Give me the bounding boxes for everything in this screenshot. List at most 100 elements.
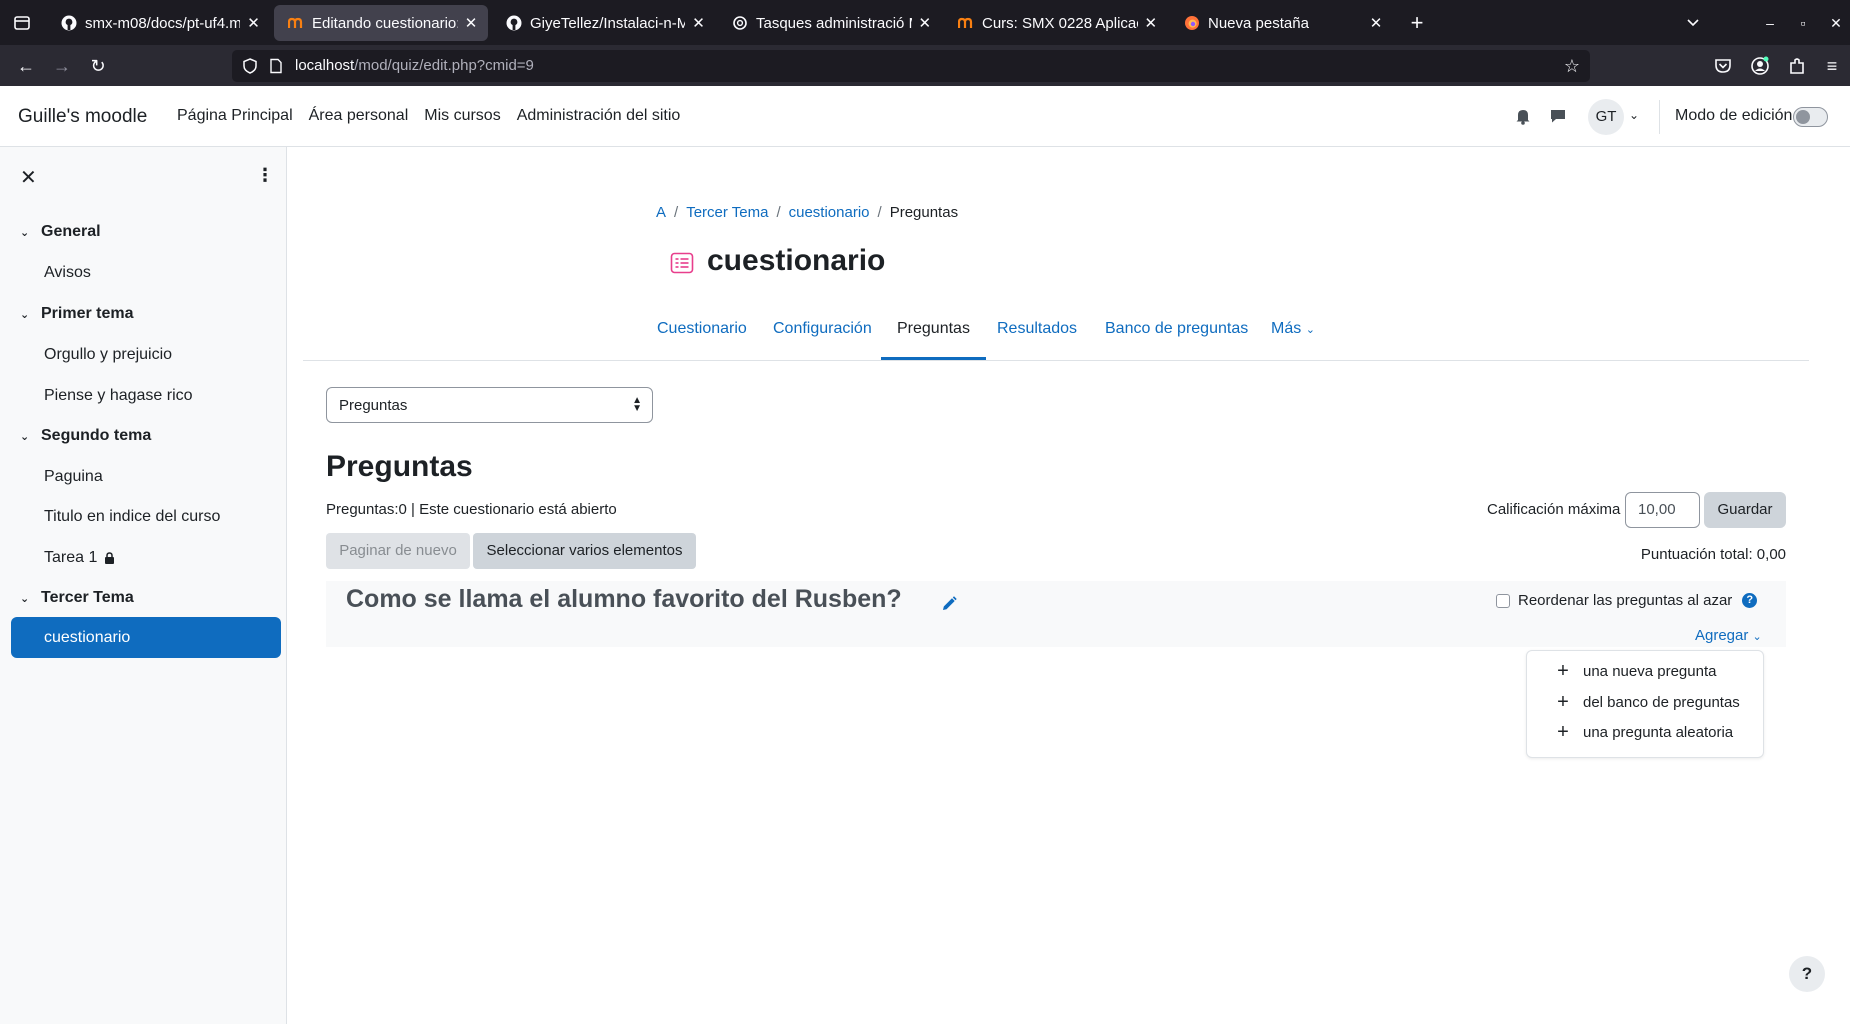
reload-icon[interactable]: ↻ xyxy=(86,54,110,78)
select-multiple-button[interactable]: Seleccionar varios elementos xyxy=(473,533,696,569)
tab-mas[interactable]: Más ⌄ xyxy=(1255,320,1331,360)
activity-link-current[interactable]: cuestionario xyxy=(11,617,281,658)
browser-tab[interactable]: Nueva pestaña ✕ xyxy=(1170,5,1394,41)
bookmark-star-icon[interactable]: ☆ xyxy=(1564,56,1580,77)
shuffle-checkbox[interactable] xyxy=(1496,593,1510,608)
account-icon[interactable] xyxy=(1749,55,1771,77)
activity-link-restricted[interactable]: Tarea 1 xyxy=(44,549,115,567)
tab-title: Editando cuestionario: cu xyxy=(312,14,459,32)
chevron-down-icon: ⌄ xyxy=(1752,631,1762,643)
max-grade-label: Calificación máxima xyxy=(1487,501,1621,518)
secondary-navigation: Cuestionario Configuración Preguntas Res… xyxy=(303,310,1809,361)
pencil-icon[interactable] xyxy=(940,595,958,613)
tab-title: GiyeTellez/Instalaci-n-Mo xyxy=(530,14,686,32)
nav-home[interactable]: Página Principal xyxy=(177,107,293,125)
shuffle-label[interactable]: Reordenar las preguntas al azar xyxy=(1518,592,1732,609)
plus-icon: + xyxy=(1557,691,1569,713)
repaginate-button[interactable]: Paginar de nuevo xyxy=(326,533,470,569)
pocket-icon[interactable] xyxy=(1712,55,1734,77)
tab-resultados[interactable]: Resultados xyxy=(981,320,1093,360)
browser-tab[interactable]: Tasques administració Mc ✕ xyxy=(718,5,942,41)
add-menu-toggle[interactable]: Agregar ⌄ xyxy=(1695,627,1762,644)
tab-list-icon[interactable] xyxy=(12,13,32,33)
activity-link[interactable]: Paguina xyxy=(44,468,103,486)
section-heading: Como se llama el alumno favorito del Rus… xyxy=(346,585,902,613)
shield-icon[interactable] xyxy=(242,58,258,74)
moodle-icon xyxy=(958,15,974,31)
quiz-icon xyxy=(670,252,694,274)
restore-icon[interactable]: ▫ xyxy=(1792,12,1814,34)
help-button[interactable]: ? xyxy=(1789,956,1825,992)
max-grade-input[interactable]: 10,00 xyxy=(1625,492,1700,528)
browser-tab[interactable]: GiyeTellez/Instalaci-n-Mo ✕ xyxy=(492,5,716,41)
add-new-question[interactable]: + una nueva pregunta xyxy=(1553,661,1716,681)
help-icon[interactable]: ? xyxy=(1742,593,1758,608)
tab-banco-de-preguntas[interactable]: Banco de preguntas xyxy=(1089,320,1264,360)
close-tab-icon[interactable]: ✕ xyxy=(1144,14,1158,32)
questions-heading: Preguntas xyxy=(326,450,473,483)
browser-tab[interactable]: Curs: SMX 0228 Aplicacio ✕ xyxy=(944,5,1168,41)
chevron-down-icon[interactable]: ⌄ xyxy=(1629,108,1639,122)
page-select[interactable]: Preguntas ▲ ▼ xyxy=(326,387,653,423)
add-random-question[interactable]: + una pregunta aleatoria xyxy=(1553,721,1733,743)
tab-preguntas[interactable]: Preguntas xyxy=(881,320,986,360)
edit-mode-label: Modo de edición xyxy=(1675,107,1793,124)
tab-configuracion[interactable]: Configuración xyxy=(757,320,888,360)
breadcrumb-current: Preguntas xyxy=(889,204,959,221)
chevron-down-icon[interactable]: ⌄ xyxy=(20,308,31,321)
close-window-icon[interactable]: ✕ xyxy=(1825,12,1847,34)
bell-icon[interactable] xyxy=(1513,106,1533,126)
breadcrumb-item[interactable]: Tercer Tema xyxy=(686,204,768,221)
activity-link[interactable]: Orgullo y prejuicio xyxy=(44,346,172,364)
breadcrumb-item[interactable]: A xyxy=(656,204,666,221)
add-from-question-bank[interactable]: + del banco de preguntas xyxy=(1553,691,1740,713)
back-icon[interactable]: ← xyxy=(14,54,38,78)
tab-title: Tasques administració Mc xyxy=(756,14,912,32)
avatar[interactable]: GT xyxy=(1588,99,1624,135)
kebab-menu-icon[interactable]: ⋮ xyxy=(256,165,274,186)
page-icon[interactable] xyxy=(268,58,284,74)
list-all-tabs-icon[interactable] xyxy=(1686,16,1700,30)
chevron-down-icon[interactable]: ⌄ xyxy=(20,430,31,443)
section-primer-tema[interactable]: ⌄ Primer tema xyxy=(20,305,134,323)
tab-cuestionario[interactable]: Cuestionario xyxy=(641,320,763,360)
nav-site-admin[interactable]: Administración del sitio xyxy=(517,107,681,125)
github-icon xyxy=(506,15,522,31)
browser-tab-bar: smx-m08/docs/pt-uf4.md ✕ Editando cuesti… xyxy=(0,0,1850,45)
url-text[interactable]: localhost/mod/quiz/edit.php?cmid=9 xyxy=(295,57,534,74)
questions-info: Preguntas:0 | Este cuestionario está abi… xyxy=(326,501,617,518)
close-tab-icon[interactable]: ✕ xyxy=(918,14,932,32)
forward-icon[interactable]: → xyxy=(50,54,74,78)
url-bar[interactable]: localhost/mod/quiz/edit.php?cmid=9 ☆ xyxy=(232,50,1590,82)
section-segundo-tema[interactable]: ⌄ Segundo tema xyxy=(20,427,151,445)
close-drawer-icon[interactable]: ✕ xyxy=(20,165,37,190)
site-name[interactable]: Guille's moodle xyxy=(18,106,147,128)
close-tab-icon[interactable]: ✕ xyxy=(691,14,706,32)
browser-tab[interactable]: smx-m08/docs/pt-uf4.md ✕ xyxy=(47,5,271,41)
close-tab-icon[interactable]: ✕ xyxy=(464,14,478,32)
new-tab-icon[interactable]: + xyxy=(1405,10,1429,36)
activity-link[interactable]: Titulo en indice del curso xyxy=(44,508,220,526)
plus-icon: + xyxy=(1557,721,1569,743)
nav-dashboard[interactable]: Área personal xyxy=(309,107,409,125)
divider xyxy=(1659,100,1660,134)
chevron-down-icon[interactable]: ⌄ xyxy=(20,226,31,239)
menu-icon[interactable]: ≡ xyxy=(1820,54,1844,78)
activity-link[interactable]: Piense y hagase rico xyxy=(44,387,193,405)
section-general[interactable]: ⌄ General xyxy=(20,223,101,241)
chevron-down-icon: ⌄ xyxy=(1305,324,1315,336)
edit-mode-toggle[interactable] xyxy=(1793,107,1828,127)
breadcrumb-item[interactable]: cuestionario xyxy=(789,204,870,221)
messages-icon[interactable] xyxy=(1548,106,1568,126)
select-arrows-icon: ▲ ▼ xyxy=(632,395,642,414)
close-tab-icon[interactable]: ✕ xyxy=(246,14,261,32)
activity-link[interactable]: Avisos xyxy=(44,264,91,282)
minimize-icon[interactable]: – xyxy=(1759,12,1781,34)
nav-my-courses[interactable]: Mis cursos xyxy=(424,107,500,125)
section-tercer-tema[interactable]: ⌄ Tercer Tema xyxy=(20,589,134,607)
close-tab-icon[interactable]: ✕ xyxy=(1368,14,1384,32)
extensions-icon[interactable] xyxy=(1786,55,1808,77)
chevron-down-icon[interactable]: ⌄ xyxy=(20,592,31,605)
save-button[interactable]: Guardar xyxy=(1704,492,1786,528)
browser-tab-active[interactable]: Editando cuestionario: cu ✕ xyxy=(274,5,488,41)
